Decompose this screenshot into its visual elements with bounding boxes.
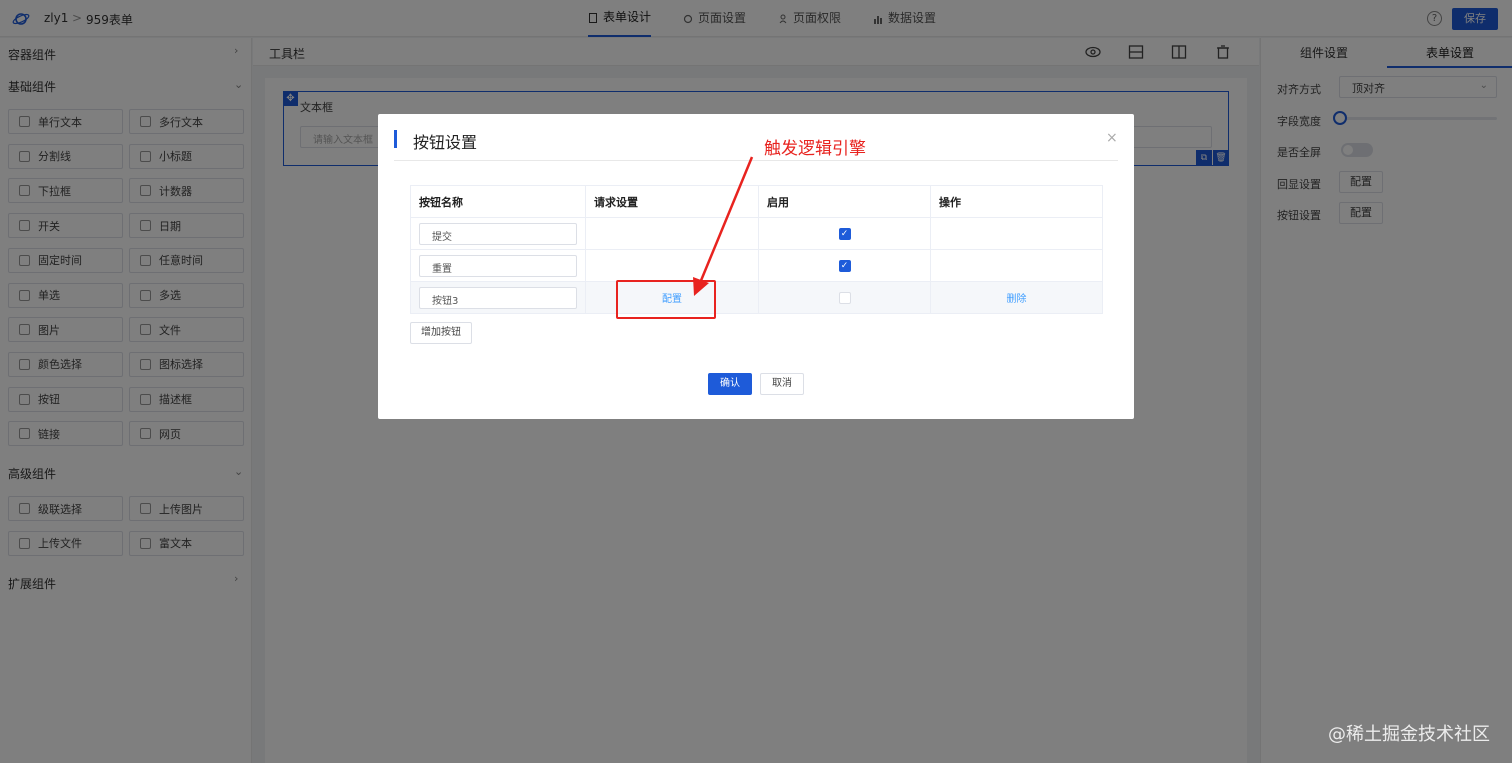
watermark: @稀土掘金技术社区	[1328, 724, 1490, 745]
enabled-cell	[758, 281, 931, 314]
column-header: 操作	[930, 185, 1103, 218]
table-row: 提交 ✓	[410, 217, 1103, 250]
button-name-input[interactable]: 按钮3	[419, 286, 577, 309]
table-row: 按钮3 配置 删除	[410, 281, 1103, 314]
name-cell: 按钮3	[410, 281, 586, 314]
action-cell	[930, 249, 1103, 282]
request-cell	[585, 249, 759, 282]
column-header: 按钮名称	[410, 185, 586, 218]
title-accent	[394, 130, 397, 148]
column-header: 请求设置	[585, 185, 759, 218]
button-name-input[interactable]: 提交	[419, 222, 577, 245]
annotation-text: 触发逻辑引擎	[764, 139, 866, 159]
cancel-button[interactable]: 取消	[760, 373, 804, 395]
add-button-button[interactable]: 增加按钮	[410, 322, 472, 344]
enabled-checkbox[interactable]: ✓	[838, 227, 851, 240]
delete-link[interactable]: 删除	[939, 290, 1094, 305]
enabled-checkbox[interactable]	[838, 291, 851, 304]
divider	[394, 160, 1118, 161]
button-settings-dialog: 按钮设置 × 按钮名称 请求设置 启用 操作 提交 ✓ 重置 ✓ 按钮3 配置 …	[378, 114, 1134, 419]
button-table: 按钮名称 请求设置 启用 操作 提交 ✓ 重置 ✓ 按钮3 配置 删除	[410, 185, 1103, 314]
column-header: 启用	[758, 185, 931, 218]
enabled-cell: ✓	[758, 249, 931, 282]
action-cell	[930, 217, 1103, 250]
request-cell	[585, 217, 759, 250]
enabled-checkbox[interactable]: ✓	[838, 259, 851, 272]
name-cell: 重置	[410, 249, 586, 282]
annotation-highlight-box	[616, 280, 716, 319]
dialog-title: 按钮设置	[413, 133, 478, 152]
name-cell: 提交	[410, 217, 586, 250]
table-row: 重置 ✓	[410, 249, 1103, 282]
action-cell: 删除	[930, 281, 1103, 314]
button-name-input[interactable]: 重置	[419, 254, 577, 277]
table-header-row: 按钮名称 请求设置 启用 操作	[410, 185, 1103, 218]
confirm-button[interactable]: 确认	[708, 373, 752, 395]
enabled-cell: ✓	[758, 217, 931, 250]
close-icon[interactable]: ×	[1106, 130, 1118, 146]
